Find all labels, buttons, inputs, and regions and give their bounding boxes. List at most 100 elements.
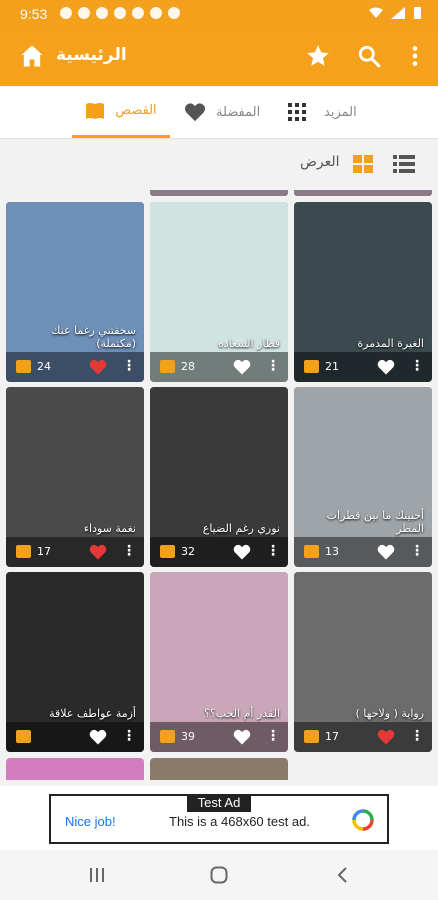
more-vert-icon[interactable]: ⋮ — [410, 544, 424, 558]
favorite-heart-icon[interactable] — [377, 543, 395, 561]
story-parts-count: 21 — [325, 360, 339, 373]
story-footer: 32 ⋮ — [150, 537, 288, 567]
grid-dots-icon — [288, 103, 306, 121]
story-footer: 21 ⋮ — [294, 352, 432, 382]
partial-card-bottom[interactable] — [6, 758, 144, 780]
story-card[interactable]: أحبيتك ما بين قطرات المطر 13 ⋮ — [294, 387, 432, 567]
partial-card-top — [294, 190, 432, 196]
story-footer: 39 ⋮ — [150, 722, 288, 752]
story-card[interactable]: القدر أم الحب؟؟ 39 ⋮ — [150, 572, 288, 752]
ad-logo-icon — [352, 809, 374, 831]
story-card[interactable]: نوري رغم الضياع 32 ⋮ — [150, 387, 288, 567]
app-bar: الرئيسية — [0, 28, 438, 86]
home-nav-icon[interactable] — [210, 866, 228, 884]
more-vert-icon[interactable]: ⋮ — [266, 544, 280, 558]
list-view-icon[interactable] — [393, 155, 415, 173]
status-bar: 9:53 — [0, 0, 438, 28]
story-title: سحقتني رغما عنك (مكتملة) — [51, 324, 136, 350]
story-footer: 17 ⋮ — [294, 722, 432, 752]
cloud-icon — [168, 7, 180, 19]
search-icon[interactable] — [356, 43, 382, 69]
more-vert-icon[interactable]: ⋮ — [122, 359, 136, 373]
story-parts-count: 24 — [37, 360, 51, 373]
story-parts-count: 32 — [181, 545, 195, 558]
story-title: ( رواية ( ولاحها — [355, 707, 424, 720]
tab-favorites-label: المفضلة — [216, 104, 261, 120]
favorite-heart-icon[interactable] — [89, 728, 107, 746]
favorite-heart-icon[interactable] — [377, 728, 395, 746]
system-status-icons — [369, 6, 422, 20]
story-title: أزمة عواطف علاقة — [49, 707, 136, 720]
partial-card-top — [150, 190, 288, 196]
story-grid: سحقتني رغما عنك (مكتملة) 24 ⋮ قطار السعاده 2… — [0, 190, 438, 786]
recent-apps-icon[interactable] — [88, 866, 106, 884]
story-card[interactable]: سحقتني رغما عنك (مكتملة) 24 ⋮ — [6, 202, 144, 382]
book-icon — [304, 730, 319, 743]
story-parts-count: 13 — [325, 545, 339, 558]
tab-bar: القصص المفضلة المزيد — [0, 86, 438, 139]
facebook-icon — [114, 7, 126, 19]
story-card[interactable]: نغمة سوداء 17 ⋮ — [6, 387, 144, 567]
book-icon — [16, 545, 31, 558]
story-title: قطار السعاده — [218, 337, 280, 350]
tab-favorites[interactable]: المفضلة — [184, 86, 260, 138]
view-label: العرض — [300, 154, 340, 170]
favorite-heart-icon[interactable] — [233, 358, 251, 376]
favorite-heart-icon[interactable] — [89, 543, 107, 561]
favorite-heart-icon[interactable] — [89, 358, 107, 376]
story-title: أحبيتك ما بين قطرات المطر — [326, 509, 424, 535]
notification-icons — [60, 7, 180, 19]
more-vert-icon[interactable]: ⋮ — [266, 359, 280, 373]
book-icon — [160, 730, 175, 743]
heart-icon — [184, 103, 206, 122]
book-icon — [160, 545, 175, 558]
more-vert-icon[interactable] — [404, 43, 426, 69]
story-footer: 24 ⋮ — [6, 352, 144, 382]
favorite-heart-icon[interactable] — [233, 728, 251, 746]
ad-label: Test Ad — [187, 794, 251, 812]
book-icon — [86, 102, 105, 119]
image-icon — [150, 7, 162, 19]
story-title: نوري رغم الضياع — [202, 522, 280, 535]
more-vert-icon[interactable]: ⋮ — [122, 544, 136, 558]
grid-view-icon[interactable] — [353, 155, 373, 173]
story-card[interactable]: ( رواية ( ولاحها 17 ⋮ — [294, 572, 432, 752]
story-footer: 28 ⋮ — [150, 352, 288, 382]
story-card[interactable]: أزمة عواطف علاقة ⋮ — [6, 572, 144, 752]
story-title: الغيرة المدمرة — [357, 337, 424, 350]
bag-icon — [60, 7, 72, 19]
ad-text[interactable]: This is a 468x60 test ad. — [169, 814, 310, 829]
book-icon — [16, 360, 31, 373]
favorite-heart-icon[interactable] — [377, 358, 395, 376]
partial-card-bottom[interactable] — [150, 758, 288, 780]
back-icon[interactable] — [334, 866, 352, 884]
book-icon — [160, 360, 175, 373]
page-title: الرئيسية — [56, 45, 127, 65]
story-card[interactable]: الغيرة المدمرة 21 ⋮ — [294, 202, 432, 382]
story-parts-count: 28 — [181, 360, 195, 373]
tab-more-label: المزيد — [324, 104, 357, 120]
story-footer: 17 ⋮ — [6, 537, 144, 567]
battery-icon — [414, 7, 421, 19]
messenger-icon — [132, 7, 144, 19]
star-icon[interactable] — [305, 43, 331, 69]
story-card[interactable]: قطار السعاده 28 ⋮ — [150, 202, 288, 382]
signal-icon — [391, 7, 405, 19]
story-parts-count: 39 — [181, 730, 195, 743]
story-parts-count: 17 — [37, 545, 51, 558]
favorite-heart-icon[interactable] — [233, 543, 251, 561]
more-vert-icon[interactable]: ⋮ — [266, 729, 280, 743]
system-nav-bar — [0, 850, 438, 900]
tab-more[interactable]: المزيد — [288, 86, 357, 138]
more-vert-icon[interactable]: ⋮ — [122, 729, 136, 743]
tab-stories[interactable]: القصص — [72, 86, 170, 138]
home-icon[interactable] — [18, 42, 46, 70]
message-icon — [78, 7, 90, 19]
ad-nice-job[interactable]: Nice job! — [65, 814, 116, 829]
book-icon — [304, 360, 319, 373]
status-time: 9:53 — [20, 6, 48, 22]
story-footer: 13 ⋮ — [294, 537, 432, 567]
more-vert-icon[interactable]: ⋮ — [410, 359, 424, 373]
story-footer: ⋮ — [6, 722, 144, 752]
more-vert-icon[interactable]: ⋮ — [410, 729, 424, 743]
